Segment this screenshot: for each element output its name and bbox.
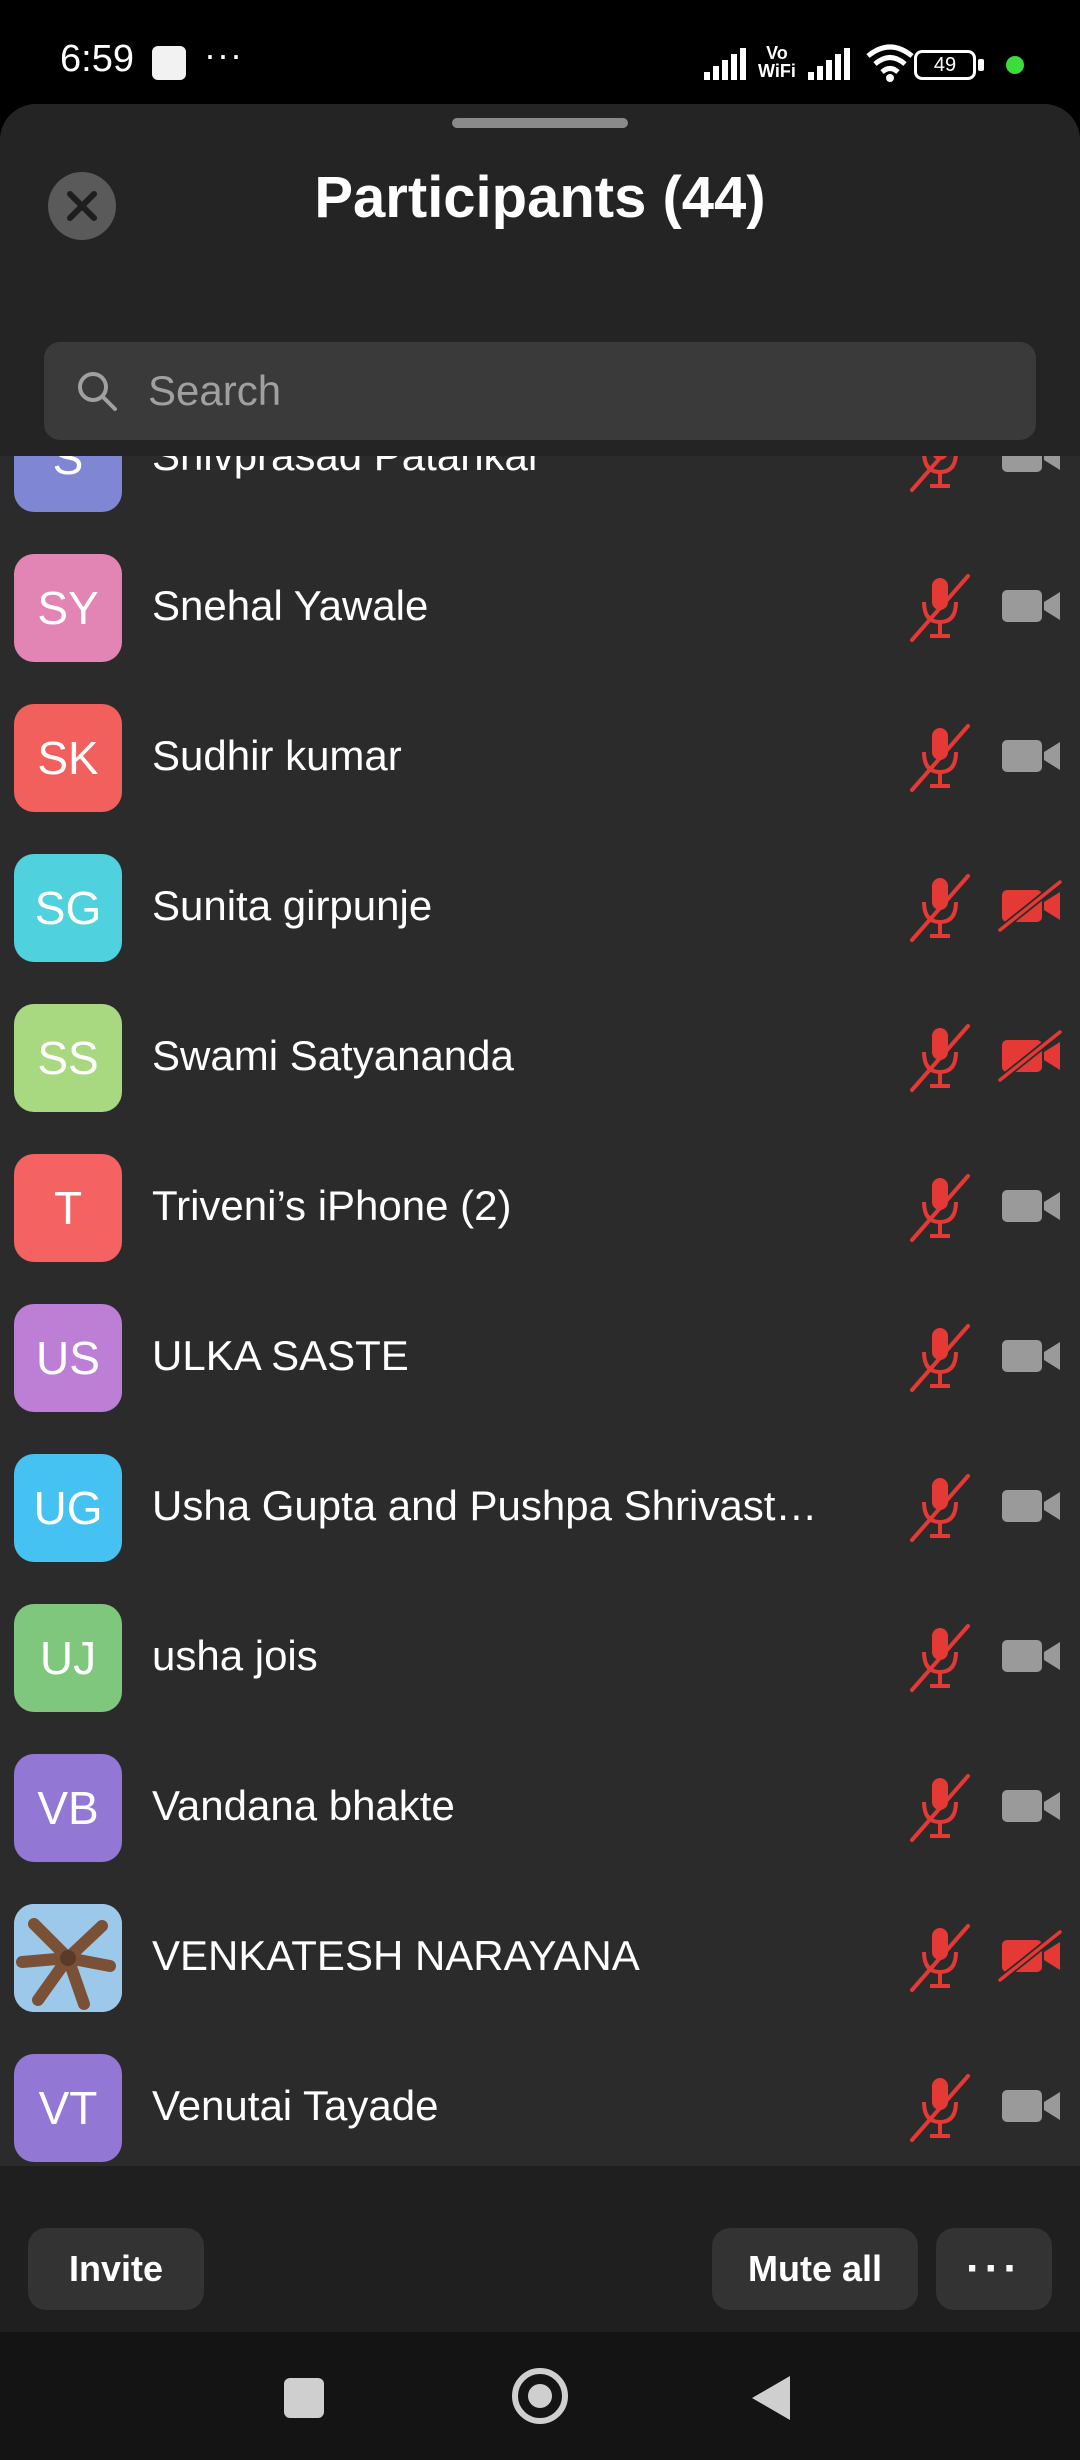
participant-name: usha jois (152, 1632, 318, 1679)
avatar: VB (14, 1754, 122, 1862)
avatar-photo (14, 1904, 122, 2012)
video-off-icon[interactable] (998, 880, 1064, 932)
mic-muted-icon[interactable] (908, 872, 972, 944)
avatar: VT (14, 2054, 122, 2162)
avatar: SK (14, 704, 122, 812)
participant-row[interactable]: UG Usha Gupta and Pushpa Shrivast… (0, 1418, 1080, 1568)
avatar: S (14, 456, 122, 512)
mute-all-button[interactable]: Mute all (712, 2228, 918, 2310)
video-off-icon[interactable] (998, 1030, 1064, 1082)
vowifi-top: Vo (766, 43, 788, 63)
video-on-icon[interactable] (998, 730, 1064, 782)
navigation-bar (0, 2332, 1080, 2460)
avatar: SS (14, 1004, 122, 1112)
video-on-icon[interactable] (998, 456, 1064, 482)
participant-name: Vandana bhakte (152, 1782, 455, 1829)
participant-row[interactable]: VB Vandana bhakte (0, 1718, 1080, 1868)
participant-name: Sudhir kumar (152, 732, 402, 779)
wifi-icon (866, 44, 914, 82)
mic-muted-icon[interactable] (908, 1922, 972, 1994)
mic-muted-icon[interactable] (908, 572, 972, 644)
participant-name: Triveni’s iPhone (2) (152, 1182, 512, 1229)
recents-button[interactable] (284, 2378, 324, 2418)
avatar: SY (14, 554, 122, 662)
video-on-icon[interactable] (998, 1780, 1064, 1832)
video-on-icon[interactable] (998, 1480, 1064, 1532)
more-options-button[interactable]: ··· (936, 2228, 1052, 2310)
video-on-icon[interactable] (998, 1630, 1064, 1682)
participant-name: Shivprasad Patankar (152, 456, 542, 480)
mic-muted-icon[interactable] (908, 1022, 972, 1094)
participant-row[interactable]: S Shivprasad Patankar (0, 456, 1080, 518)
signal-icon (704, 48, 746, 80)
sheet-header: Participants (44) (0, 104, 1080, 456)
signal-icon-2 (808, 48, 850, 80)
participant-name: ULKA SASTE (152, 1332, 409, 1379)
participant-row[interactable]: SG Sunita girpunje (0, 818, 1080, 968)
bottom-action-bar: Invite Mute all ··· (0, 2166, 1080, 2332)
video-on-icon[interactable] (998, 2080, 1064, 2132)
participant-row[interactable]: SS Swami Satyananda (0, 968, 1080, 1118)
vowifi-bottom: WiFi (758, 61, 796, 81)
participant-list[interactable]: S Shivprasad Patankar SY Snehal Yawale SK Sud… (0, 456, 1080, 2268)
search-bar[interactable] (44, 342, 1036, 440)
invite-button[interactable]: Invite (28, 2228, 204, 2310)
participant-name: Snehal Yawale (152, 582, 429, 629)
avatar: US (14, 1304, 122, 1412)
search-icon (78, 372, 117, 411)
privacy-dot (1006, 56, 1024, 74)
avatar: UG (14, 1454, 122, 1562)
participant-name: Swami Satyananda (152, 1032, 514, 1079)
battery-tip (978, 59, 984, 71)
participant-name: Sunita girpunje (152, 882, 433, 929)
mic-muted-icon[interactable] (908, 456, 972, 494)
back-button[interactable] (752, 2376, 790, 2420)
video-on-icon[interactable] (998, 1330, 1064, 1382)
home-button[interactable] (512, 2368, 568, 2424)
search-input[interactable] (148, 342, 1008, 440)
drag-handle[interactable] (452, 118, 628, 128)
mic-muted-icon[interactable] (908, 1322, 972, 1394)
video-on-icon[interactable] (998, 1180, 1064, 1232)
battery-icon: 49 (914, 50, 976, 80)
page-title: Participants (44) (314, 165, 766, 230)
mic-muted-icon[interactable] (908, 1472, 972, 1544)
participant-row[interactable]: VT Venutai Tayade (0, 2018, 1080, 2168)
mic-muted-icon[interactable] (908, 722, 972, 794)
video-off-icon[interactable] (998, 1930, 1064, 1982)
participant-row[interactable]: UJ usha jois (0, 1568, 1080, 1718)
participant-row[interactable]: SY Snehal Yawale (0, 518, 1080, 668)
mic-muted-icon[interactable] (908, 1172, 972, 1244)
mic-muted-icon[interactable] (908, 2072, 972, 2144)
participant-name: Usha Gupta and Pushpa Shrivast… (152, 1482, 818, 1529)
participant-name: Venutai Tayade (152, 2082, 439, 2129)
notification-icon (152, 46, 186, 80)
participant-name: VENKATESH NARAYANA (152, 1932, 640, 1979)
participant-row[interactable]: SK Sudhir kumar (0, 668, 1080, 818)
avatar: UJ (14, 1604, 122, 1712)
avatar (14, 1904, 122, 2012)
participant-row[interactable]: VENKATESH NARAYANA (0, 1868, 1080, 2018)
vowifi-indicator: Vo WiFi (758, 44, 796, 80)
avatar: T (14, 1154, 122, 1262)
mic-muted-icon[interactable] (908, 1772, 972, 1844)
status-bar: 6:59 ··· Vo WiFi 49 (0, 0, 1080, 104)
participant-row[interactable]: US ULKA SASTE (0, 1268, 1080, 1418)
video-on-icon[interactable] (998, 580, 1064, 632)
avatar: SG (14, 854, 122, 962)
status-more-icon: ··· (204, 34, 243, 75)
home-icon (528, 2384, 552, 2408)
mic-muted-icon[interactable] (908, 1622, 972, 1694)
participant-row[interactable]: T Triveni’s iPhone (2) (0, 1118, 1080, 1268)
participants-sheet: Participants (44) S Shivprasad Patankar SY… (0, 104, 1080, 2332)
status-time: 6:59 (60, 38, 134, 80)
